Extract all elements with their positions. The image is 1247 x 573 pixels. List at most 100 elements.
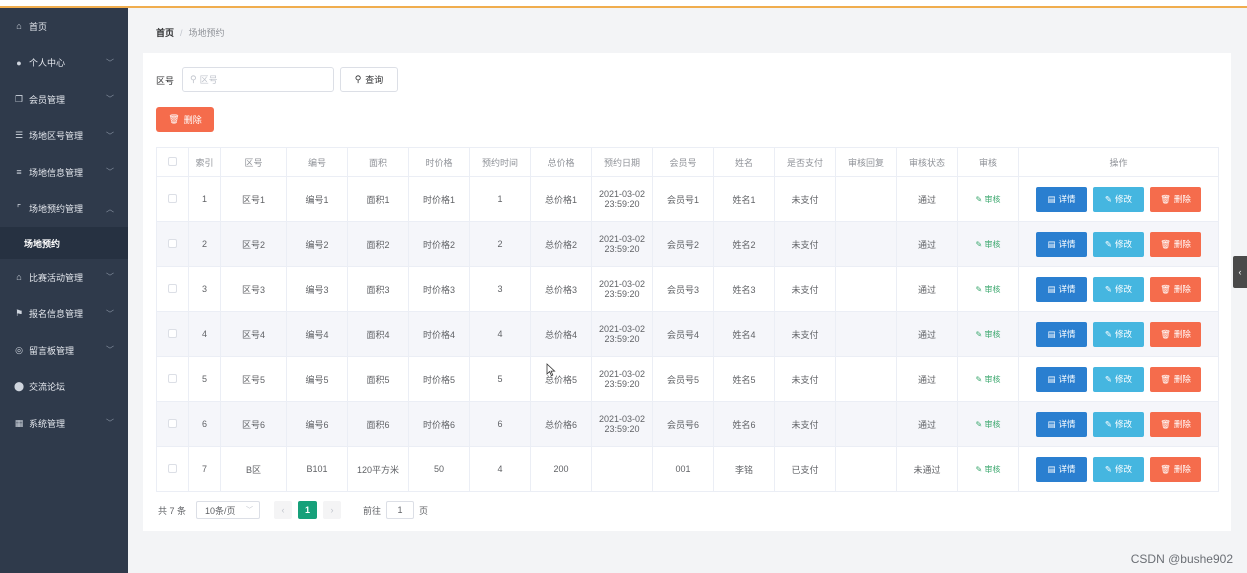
next-page-button[interactable]: ›	[323, 501, 342, 519]
cell-member: 会员号6	[652, 401, 714, 447]
document-icon: ▤	[1047, 463, 1056, 474]
sliders-icon: ☰	[14, 130, 24, 141]
sidebar-item-forum[interactable]: ⬤ 交流论坛	[0, 369, 128, 406]
audit-link[interactable]: ✎ 审核	[976, 195, 1001, 204]
detail-button[interactable]: ▤ 详情	[1036, 366, 1087, 392]
detail-button-label: 详情	[1058, 374, 1076, 384]
delete-button[interactable]: 🗑 删除	[1150, 186, 1201, 212]
edit-icon: ✎	[1104, 193, 1113, 204]
row-checkbox-cell[interactable]	[156, 266, 189, 312]
sidebar-item-label: 场地区号管理	[29, 131, 84, 142]
edit-button[interactable]: ✎ 修改	[1093, 366, 1144, 392]
detail-button[interactable]: ▤ 详情	[1036, 276, 1087, 302]
prev-page-button[interactable]: ‹	[274, 501, 293, 519]
cell-paid: 未支付	[774, 356, 836, 402]
cell-code: 编号3	[286, 266, 348, 312]
edit-button[interactable]: ✎ 修改	[1093, 231, 1144, 257]
search-box[interactable]: ⚲	[182, 67, 334, 92]
sidebar-item-registration-management[interactable]: ⚑ 报名信息管理 ﹀	[0, 296, 128, 333]
query-button[interactable]: ⚲ 查询	[340, 67, 398, 92]
delete-button[interactable]: 🗑 删除	[1150, 276, 1201, 302]
detail-button[interactable]: ▤ 详情	[1036, 231, 1087, 257]
delete-button[interactable]: 🗑 删除	[1150, 411, 1201, 437]
row-checkbox-cell[interactable]	[156, 311, 189, 357]
edit-button[interactable]: ✎ 修改	[1093, 186, 1144, 212]
column-header: 预约时间	[469, 147, 531, 177]
watermark: CSDN @bushe902	[1130, 552, 1233, 566]
detail-button[interactable]: ▤ 详情	[1036, 321, 1087, 347]
sidebar-item-label: 留言板管理	[29, 345, 75, 356]
row-checkbox[interactable]	[168, 418, 177, 428]
cell-date: 2021-03-02 23:59:20	[591, 266, 653, 312]
edit-button[interactable]: ✎ 修改	[1093, 321, 1144, 347]
sidebar-item-zone-management[interactable]: ☰ 场地区号管理 ﹀	[0, 118, 128, 155]
edit-button[interactable]: ✎ 修改	[1093, 276, 1144, 302]
sidebar-item-member-management[interactable]: ❐ 会员管理 ﹀	[0, 81, 128, 118]
sidebar-item-venue-info-management[interactable]: ≡ 场地信息管理 ﹀	[0, 154, 128, 191]
breadcrumb-separator: /	[180, 28, 183, 38]
cell-total: 总价格3	[530, 266, 592, 312]
cell-audit: ✎ 审核	[957, 266, 1019, 312]
edit-button-label: 修改	[1115, 284, 1133, 294]
delete-button[interactable]: 🗑 删除	[1150, 366, 1201, 392]
cell-status: 通过	[896, 176, 958, 222]
search-input[interactable]	[199, 74, 320, 85]
detail-button[interactable]: ▤ 详情	[1036, 456, 1087, 482]
select-all-checkbox[interactable]	[168, 156, 177, 166]
delete-button[interactable]: 🗑 删除	[1150, 321, 1201, 347]
cell-area: 面积3	[347, 266, 409, 312]
column-header: 审核	[957, 147, 1019, 177]
row-checkbox-cell[interactable]	[156, 221, 189, 267]
sidebar-item-home[interactable]: ⌂ 首页	[0, 8, 128, 45]
cell-status: 通过	[896, 311, 958, 357]
sidebar-subitem-booking[interactable]: 场地预约	[0, 227, 128, 259]
detail-button[interactable]: ▤ 详情	[1036, 411, 1087, 437]
sidebar-item-personal-center[interactable]: ● 个人中心 ﹀	[0, 45, 128, 82]
row-checkbox[interactable]	[168, 373, 177, 383]
cell-index: 6	[188, 401, 221, 447]
breadcrumb-home[interactable]: 首页	[156, 28, 174, 38]
row-checkbox-cell[interactable]	[156, 176, 189, 222]
audit-link[interactable]: ✎ 审核	[976, 285, 1001, 294]
edit-button[interactable]: ✎ 修改	[1093, 456, 1144, 482]
row-checkbox[interactable]	[168, 328, 177, 338]
audit-link-label: 审核	[984, 419, 1001, 429]
select-all-checkbox-cell[interactable]	[156, 147, 189, 177]
column-header: 审核状态	[896, 147, 958, 177]
detail-button-label: 详情	[1058, 464, 1076, 474]
sidebar-item-label: 交流论坛	[29, 382, 66, 393]
delete-button[interactable]: 🗑 删除	[1150, 456, 1201, 482]
page-number-current[interactable]: 1	[298, 501, 318, 519]
row-checkbox[interactable]	[168, 238, 177, 248]
page-size-select[interactable]: 10条/页 ﹀	[196, 501, 261, 519]
audit-link[interactable]: ✎ 审核	[976, 465, 1001, 474]
audit-link[interactable]: ✎ 审核	[976, 330, 1001, 339]
side-collapse-tab[interactable]: ‹	[1233, 256, 1247, 288]
table-row: 1 区号1 编号1 面积1 时价格1 1 总价格1 2021-03-02 23:59:20 会员…	[156, 176, 1219, 222]
goto-page-input[interactable]: 1	[386, 501, 415, 519]
chevron-right-icon: ›	[330, 505, 334, 515]
cell-name: 姓名1	[713, 176, 775, 222]
audit-link[interactable]: ✎ 审核	[976, 420, 1001, 429]
row-checkbox[interactable]	[168, 283, 177, 293]
cell-area: 面积5	[347, 356, 409, 402]
row-checkbox-cell[interactable]	[156, 446, 189, 492]
edit-button[interactable]: ✎ 修改	[1093, 411, 1144, 437]
row-checkbox-cell[interactable]	[156, 356, 189, 402]
delete-button[interactable]: 🗑 删除	[1150, 231, 1201, 257]
audit-link[interactable]: ✎ 审核	[976, 240, 1001, 249]
row-checkbox-cell[interactable]	[156, 401, 189, 447]
detail-button[interactable]: ▤ 详情	[1036, 186, 1087, 212]
sidebar-item-competition-management[interactable]: ⌂ 比赛活动管理 ﹀	[0, 259, 128, 296]
sidebar-item-system-management[interactable]: ▦ 系统管理 ﹀	[0, 405, 128, 442]
sidebar-item-message-board[interactable]: ◎ 留言板管理 ﹀	[0, 332, 128, 369]
row-checkbox[interactable]	[168, 193, 177, 203]
batch-delete-button[interactable]: 🗑 删除	[156, 107, 214, 132]
cell-paid: 未支付	[774, 266, 836, 312]
audit-link-label: 审核	[984, 329, 1001, 339]
sidebar-item-booking-management[interactable]: ⌜ 场地预约管理 ︿	[0, 191, 128, 228]
column-header: 预约日期	[591, 147, 653, 177]
row-checkbox[interactable]	[168, 463, 177, 473]
column-header: 编号	[286, 147, 348, 177]
audit-link[interactable]: ✎ 审核	[976, 375, 1001, 384]
